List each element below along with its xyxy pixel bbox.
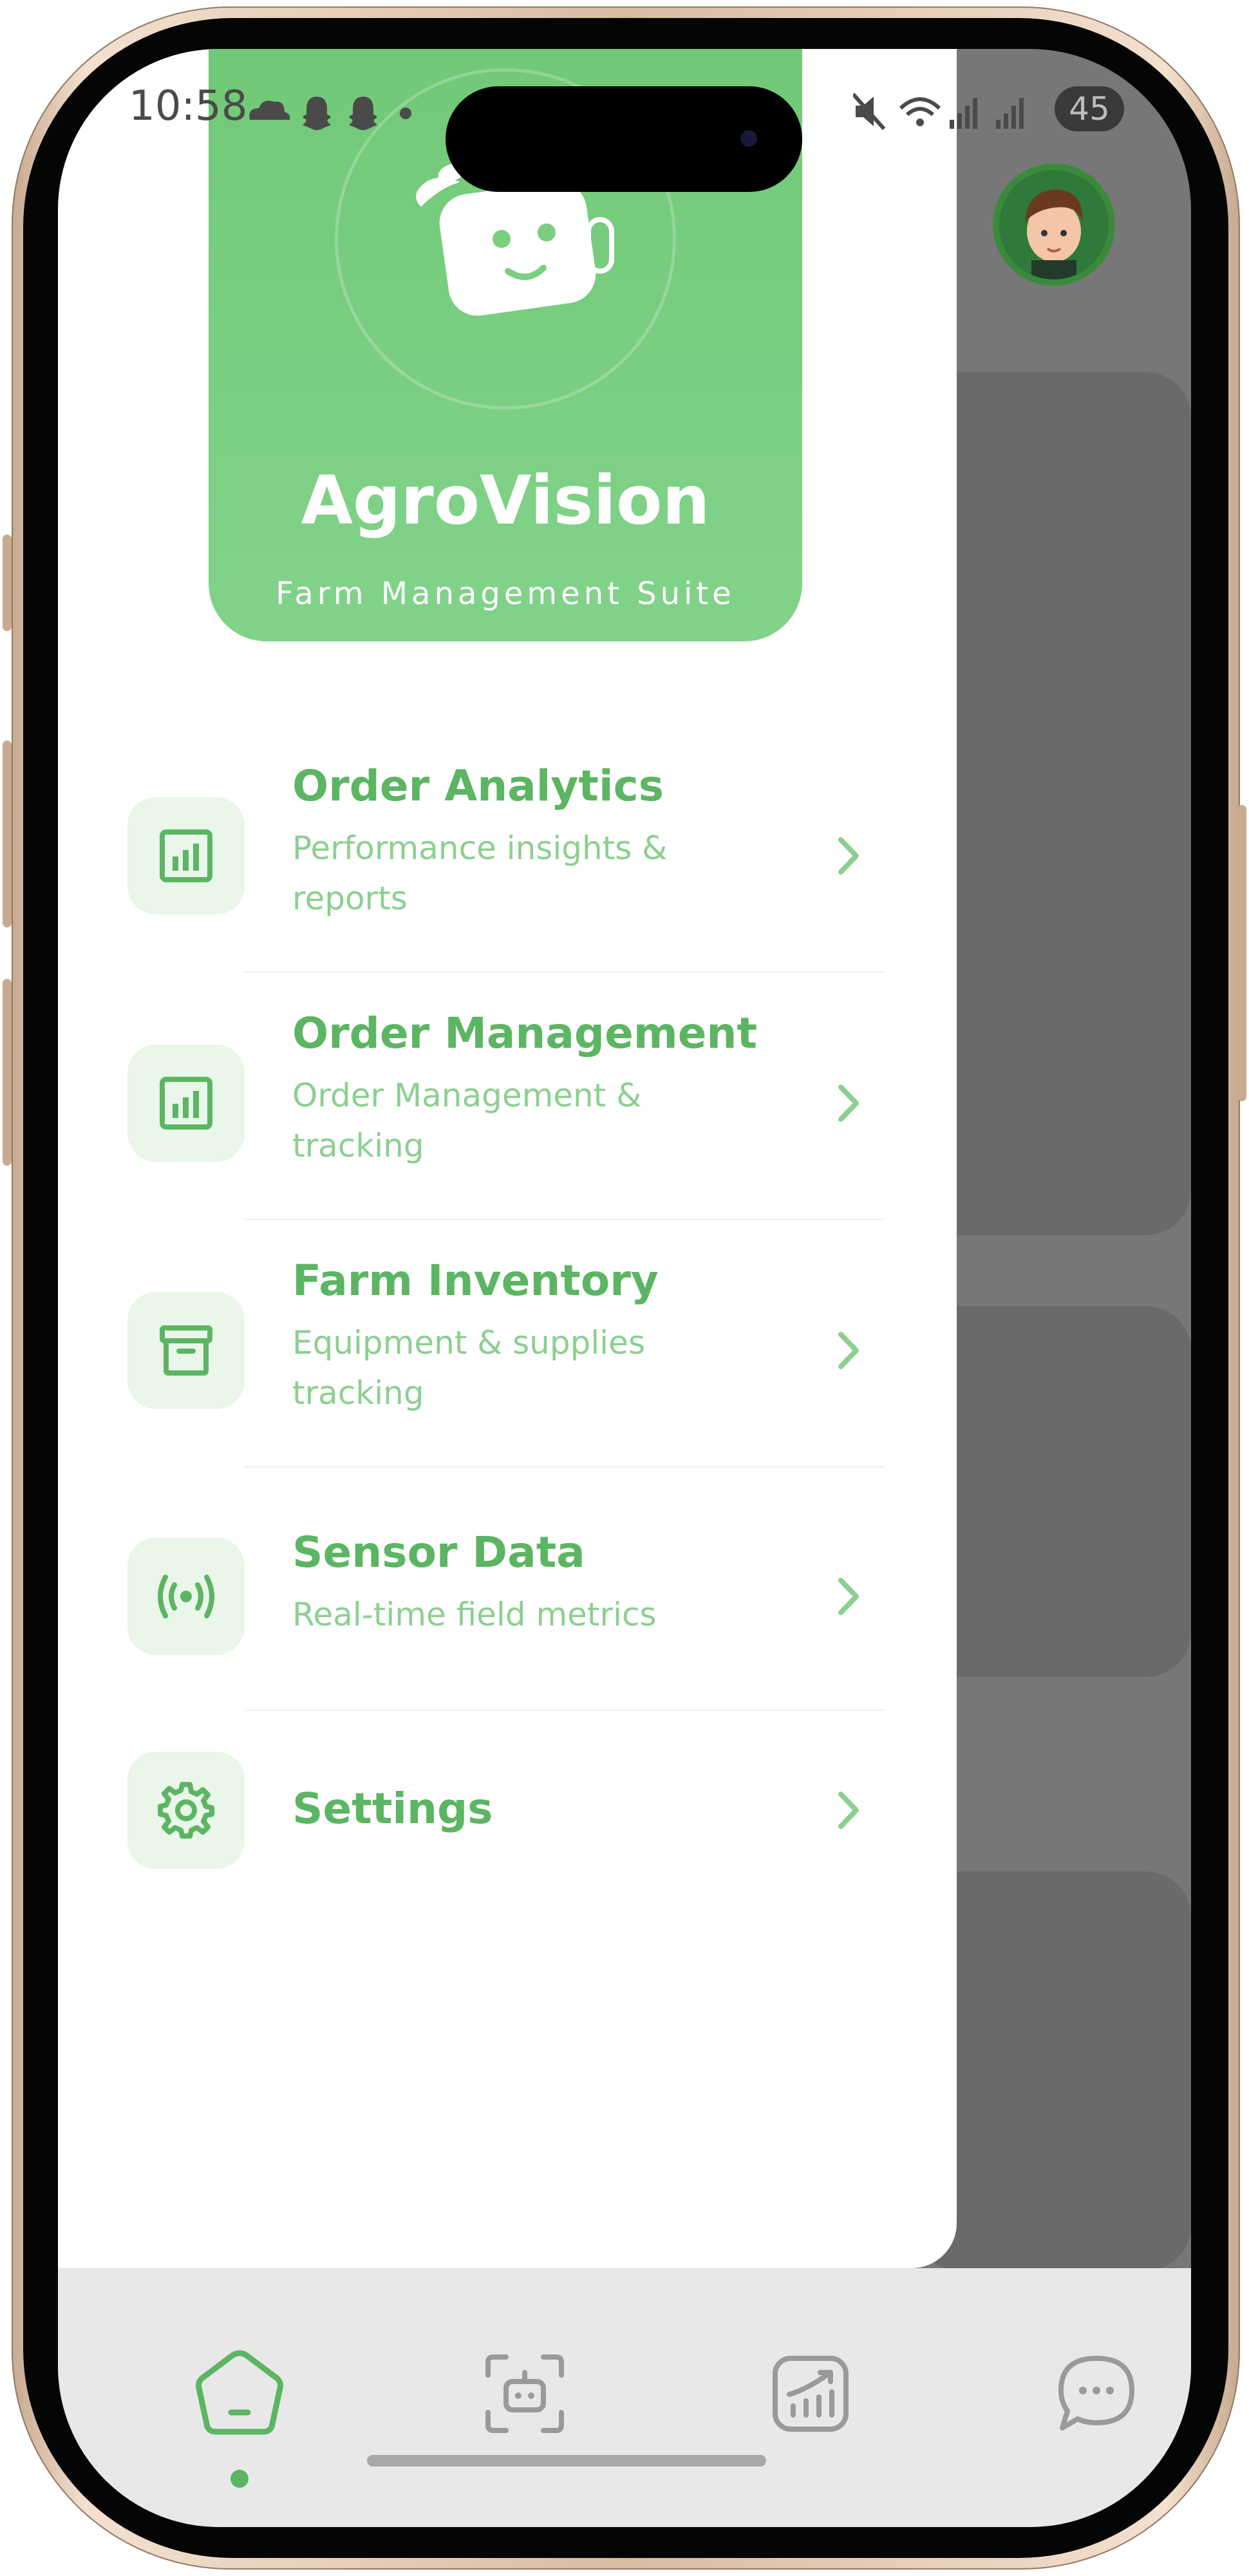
menu-item-farm-inventory[interactable]: Farm Inventory Equipment & supplies trac…	[58, 1220, 957, 1468]
menu-item-description-line: Equipment & supplies	[292, 1324, 645, 1361]
menu-item-description-line: Performance insights &	[292, 829, 668, 867]
snapchat-icon	[349, 97, 377, 130]
nav-scan-bot-button[interactable]	[470, 2339, 579, 2448]
system-icons-group	[851, 93, 1024, 130]
menu-item-title: Farm Inventory	[292, 1256, 659, 1305]
battery-indicator: 45	[1055, 86, 1124, 131]
drawer-menu: Order Analytics Performance insights & r…	[58, 725, 957, 1891]
nav-chat-button[interactable]	[1042, 2339, 1151, 2448]
volume-up-button	[3, 741, 12, 927]
chevron-right-icon	[838, 1578, 859, 1615]
menu-item-settings[interactable]: Settings	[58, 1710, 957, 1891]
menu-icon-container	[127, 1752, 245, 1869]
archive-box-icon	[160, 1325, 212, 1376]
snapchat-icon	[303, 97, 331, 130]
signal-icon	[996, 98, 1024, 129]
wifi-icon	[899, 97, 941, 126]
menu-item-sensor-data[interactable]: Sensor Data Real-time field metrics	[58, 1467, 957, 1711]
action-button	[3, 535, 12, 631]
menu-item-description: Performance insights & reports	[292, 823, 717, 923]
dot-icon	[400, 108, 411, 119]
dynamic-island	[446, 86, 802, 192]
bar-chart-icon	[160, 829, 212, 882]
menu-item-order-analytics[interactable]: Order Analytics Performance insights & r…	[58, 725, 957, 973]
power-button	[1237, 805, 1246, 1101]
screen: AgroVision Farm Management Suite Order A…	[58, 49, 1191, 2527]
menu-item-description: Equipment & supplies tracking	[292, 1318, 717, 1418]
menu-icon-container	[127, 1538, 245, 1655]
broadcast-icon	[158, 1575, 214, 1618]
chevron-right-icon	[838, 1332, 859, 1369]
menu-item-title: Settings	[292, 1784, 493, 1833]
chevron-right-icon	[838, 837, 859, 875]
bar-chart-icon	[160, 1077, 212, 1130]
navigation-drawer: AgroVision Farm Management Suite Order A…	[58, 49, 957, 2268]
menu-item-order-management[interactable]: Order Management Order Management & trac…	[58, 972, 957, 1220]
avatar-face-icon	[999, 170, 1109, 279]
avatar[interactable]	[993, 164, 1115, 286]
nav-home-button[interactable]	[185, 2339, 294, 2448]
menu-item-description-line: Order Management &	[292, 1077, 642, 1114]
scan-robot-icon	[485, 2354, 564, 2433]
menu-icon-container	[127, 1292, 245, 1409]
chevron-right-icon	[838, 1084, 859, 1122]
menu-item-description: Real-time field metrics	[292, 1589, 717, 1640]
active-indicator-dot	[230, 2470, 249, 2488]
menu-item-title: Order Management	[292, 1009, 758, 1058]
chart-up-icon	[773, 2356, 849, 2432]
bottom-navigation	[58, 2268, 1191, 2527]
menu-icon-container	[127, 1045, 245, 1162]
app-subtitle: Farm Management Suite	[276, 576, 735, 612]
menu-item-description-line: tracking	[292, 1374, 424, 1412]
gear-icon	[158, 1782, 214, 1839]
app-title: AgroVision	[301, 461, 710, 540]
menu-item-description: Order Management & tracking	[292, 1070, 717, 1171]
home-indicator[interactable]	[367, 2455, 766, 2467]
menu-icon-container	[127, 797, 245, 914]
chat-bubble-icon	[1058, 2356, 1134, 2430]
menu-item-description-line: tracking	[292, 1127, 424, 1164]
camera-icon	[740, 130, 757, 147]
home-icon	[196, 2350, 283, 2435]
volume-down-button	[3, 979, 12, 1166]
menu-item-description-line: Real-time field metrics	[292, 1596, 657, 1633]
nav-analytics-button[interactable]	[756, 2339, 865, 2448]
chevron-right-icon	[838, 1792, 859, 1829]
status-time: 10:58	[129, 82, 248, 130]
cloud-icon	[249, 100, 290, 120]
menu-item-title: Sensor Data	[292, 1528, 585, 1577]
menu-item-title: Order Analytics	[292, 761, 664, 811]
status-system-icons	[851, 86, 1053, 140]
signal-icon	[950, 98, 977, 129]
mute-icon	[851, 93, 886, 130]
menu-item-description-line: reports	[292, 880, 408, 917]
